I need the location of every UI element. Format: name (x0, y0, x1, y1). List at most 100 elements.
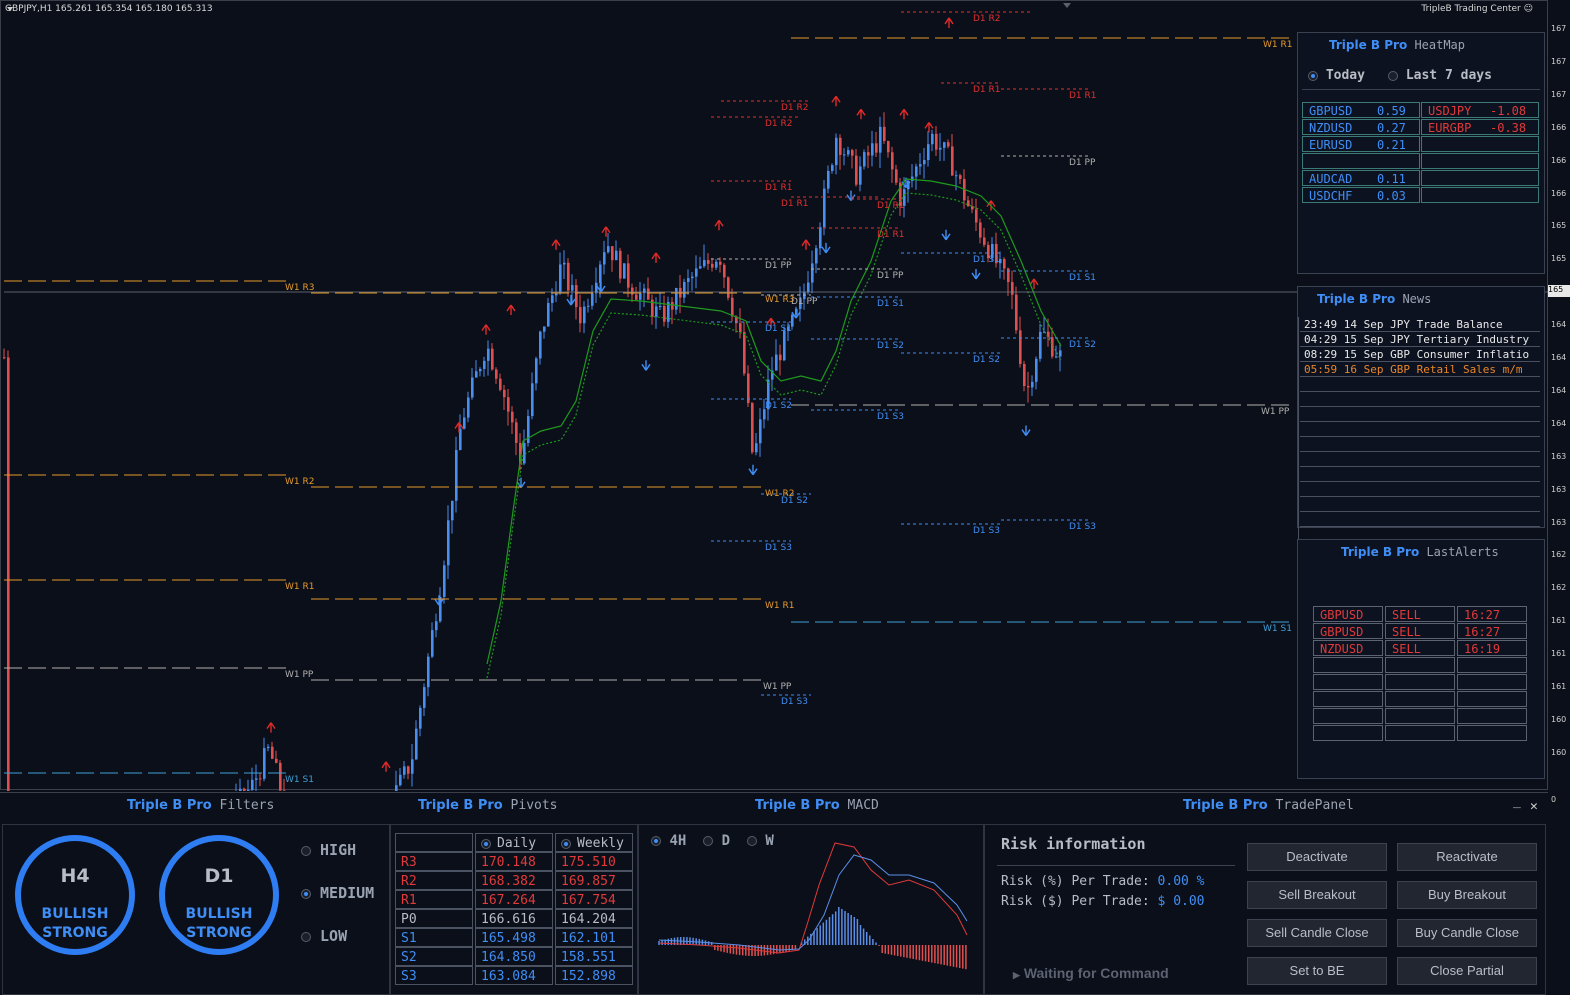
pivot-header[interactable]: Weekly (555, 833, 633, 852)
candle-body (275, 758, 278, 763)
news-item[interactable] (1300, 497, 1540, 512)
candle-body (643, 288, 646, 294)
news-item[interactable] (1300, 452, 1540, 467)
candle-body (427, 656, 430, 688)
candle-body (631, 287, 634, 295)
risk-usd-row: Risk ($) Per Trade: $ 0.00 (1001, 894, 1205, 909)
candle-body (751, 403, 754, 453)
filter-low-option[interactable]: LOW (301, 927, 347, 945)
news-item[interactable] (1300, 392, 1540, 407)
fractal-up-arrow (601, 226, 611, 237)
tradepanel-title: Triple B Pro TradePanel (1183, 798, 1354, 813)
alert-cell (1457, 708, 1527, 724)
candle-body (547, 303, 550, 327)
candle-body (659, 305, 662, 307)
candle-body (259, 778, 262, 780)
macd-section: 4H D W (638, 824, 984, 995)
news-item[interactable] (1300, 407, 1540, 422)
price-tick: 164 (1551, 320, 1567, 330)
pivot-label: S3 (395, 966, 473, 985)
price-tick: 166 (1551, 122, 1567, 132)
candle-body (635, 294, 638, 300)
filter-high-option[interactable]: HIGH (301, 841, 356, 859)
pivot-level-label: D1 R1 (1069, 91, 1097, 101)
sell-candle-close-button[interactable]: Sell Candle Close (1247, 919, 1387, 947)
candle-body (451, 500, 454, 521)
candle-body (479, 368, 482, 372)
buy-candle-close-button[interactable]: Buy Candle Close (1397, 919, 1537, 947)
pivot-weekly-value: 158.551 (555, 947, 633, 966)
buy-breakout-button[interactable]: Buy Breakout (1397, 881, 1537, 909)
news-item[interactable] (1300, 422, 1540, 437)
candle-body (1039, 331, 1042, 359)
status-text: ▶ Waiting for Command (1013, 965, 1169, 981)
alert-cell (1457, 674, 1527, 690)
fractal-up-arrow (801, 239, 811, 250)
heatmap-7days-option[interactable]: Last 7 days (1388, 68, 1492, 83)
sell-breakout-button[interactable]: Sell Breakout (1247, 881, 1387, 909)
candle-body (891, 152, 894, 170)
filter-medium-option[interactable]: MEDIUM (301, 884, 374, 902)
heatmap-panel: Triple B Pro HeatMap Today Last 7 days G… (1297, 32, 1545, 274)
news-title: Triple B Pro News (1317, 292, 1432, 306)
pivot-label: S1 (395, 928, 473, 947)
candle-body (815, 248, 818, 264)
candle-body (487, 348, 490, 361)
candle-body (835, 137, 838, 166)
candle-body (507, 397, 510, 412)
price-tick: 161 (1551, 649, 1567, 659)
price-tick: 167 (1551, 24, 1567, 33)
alerts-title: Triple B Pro LastAlerts (1341, 545, 1499, 559)
pivot-label: R3 (395, 852, 473, 871)
fractal-up-arrow (481, 324, 491, 335)
pivot-daily-value: 170.148 (475, 852, 553, 871)
news-item[interactable] (1300, 512, 1540, 527)
alert-cell (1313, 708, 1383, 724)
set-to-be-button[interactable]: Set to BE (1247, 957, 1387, 985)
heatmap-today-option[interactable]: Today (1308, 68, 1365, 83)
news-item[interactable] (1300, 437, 1540, 452)
pivot-level-label: D1 PP (765, 261, 792, 271)
price-tick: 164 (1551, 385, 1567, 395)
candle-body (875, 143, 878, 153)
candle-body (583, 306, 586, 324)
deactivate-button[interactable]: Deactivate (1247, 843, 1387, 871)
symbol-info: GBPJPY,H1 165.261 165.354 165.180 165.31… (5, 4, 213, 14)
candle-body (1031, 381, 1034, 388)
candle-body (571, 285, 574, 291)
macd-main-line (658, 854, 968, 951)
news-item[interactable]: 05:59 16 Sep GBP Retail Sales m/m (1300, 362, 1540, 377)
price-tick: 161 (1551, 616, 1567, 626)
news-item[interactable]: 23:49 14 Sep JPY Trade Balance (1300, 317, 1540, 332)
candle-body (691, 276, 694, 279)
candle-body (915, 166, 918, 177)
reactivate-button[interactable]: Reactivate (1397, 843, 1537, 871)
candle-body (455, 450, 458, 501)
alerts-panel: Triple B Pro LastAlerts GBPUSD SELL 16:27 G… (1297, 539, 1545, 779)
fractal-up-arrow (714, 219, 724, 231)
news-item[interactable]: 08:29 15 Sep GBP Consumer Inflatio (1300, 347, 1540, 362)
candle-body (655, 306, 658, 317)
candle-body (495, 369, 498, 379)
news-item[interactable] (1300, 467, 1540, 482)
news-item[interactable] (1300, 377, 1540, 392)
pivot-daily-value: 164.850 (475, 947, 553, 966)
close-partial-button[interactable]: Close Partial (1397, 957, 1537, 985)
pivot-header[interactable]: Daily (475, 833, 553, 852)
candle-body (467, 397, 470, 418)
candle-body (615, 250, 618, 261)
news-item[interactable]: 04:29 15 Sep JPY Tertiary Industry (1300, 332, 1540, 347)
alert-cell (1457, 691, 1527, 707)
fractal-up-arrow (381, 761, 391, 772)
pivot-level-label: W1 R2 (285, 477, 314, 487)
fractal-down-arrow (748, 464, 758, 476)
news-item[interactable] (1300, 482, 1540, 497)
price-tick: 164 (1551, 418, 1567, 428)
price-tick: 163 (1551, 451, 1567, 461)
candle-body (731, 297, 734, 317)
fractal-down-arrow (821, 242, 831, 254)
minimize-icon[interactable]: _ (1513, 794, 1521, 809)
candle-body (399, 774, 402, 786)
candle-body (759, 419, 762, 444)
close-icon[interactable]: ✕ (1530, 799, 1538, 814)
